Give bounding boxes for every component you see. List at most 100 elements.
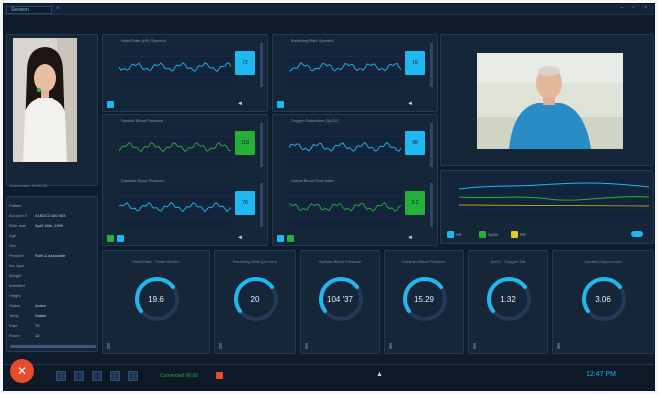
- vital-value-box: 72: [235, 51, 255, 75]
- patient-info-value: 72: [35, 323, 40, 328]
- patient-info-label: Patient: [9, 203, 22, 208]
- vital-chart-panel: Breathing Rate Spectral 16 ◄: [272, 34, 438, 112]
- gauge-handle[interactable]: [219, 343, 222, 349]
- patient-info-value: April 18th, 1999: [35, 223, 64, 228]
- vital-value-box: 3.2: [405, 191, 425, 215]
- gauge-title: Diastolic Blood Pressure: [402, 259, 446, 264]
- vital-sparkline: [119, 46, 231, 88]
- vital-chart-title: Systolic Blood Pressure: [121, 118, 164, 123]
- vital-value-box: 118: [235, 131, 255, 155]
- end-call-button[interactable]: ✕: [10, 359, 34, 383]
- gauge-value: 3.06: [595, 295, 611, 304]
- chart-scrollbar[interactable]: [430, 123, 433, 167]
- patient-info-label: Room: [9, 333, 20, 338]
- series-toggle[interactable]: [107, 101, 114, 108]
- patient-video-panel: Connected: 00:00:00: [6, 34, 98, 188]
- gauge-panel: Breathing Rate (per min) 20: [214, 250, 296, 354]
- legend-rr-label: RR: [520, 232, 526, 237]
- gauge-value: 1.32: [500, 295, 516, 304]
- vital-value-box: 16: [405, 51, 425, 75]
- taskbar: ✕ Connected 00:00 ▲ 12:47 PM: [4, 359, 654, 390]
- trend-toggle[interactable]: [631, 231, 643, 237]
- vital-chart-title: Heart Rate (HR) Spectral: [121, 38, 166, 43]
- patient-video-feed: [13, 38, 77, 162]
- series-toggle[interactable]: [277, 101, 284, 108]
- patient-info-panel: Patient Account # A1B2C3 450 003 Birth date…: [6, 196, 98, 352]
- vital-sparkline: [289, 126, 401, 168]
- cursor-icon: ▲: [376, 371, 383, 378]
- app-window: Session × – ▫ × Connected: 00:00:00 Pati…: [3, 3, 655, 391]
- gauge-value: 104 '37: [327, 295, 353, 304]
- patient-info-label: Provider: [9, 253, 24, 258]
- gauge-handle[interactable]: [305, 343, 308, 349]
- gauge-title: Systolic Blood Pressure: [318, 259, 362, 264]
- patient-info-value: A1B2C3 450 003: [35, 213, 66, 218]
- close-window-icon[interactable]: ×: [644, 5, 648, 11]
- patient-info-label: Account #: [9, 213, 27, 218]
- tab-session[interactable]: Session: [6, 6, 52, 14]
- title-bar: Session × – ▫ ×: [4, 4, 654, 15]
- vital-chart-panel: Oxygen Saturation (SpO2) 98 Global Blood F…: [272, 114, 438, 246]
- vital-chart-title: Global Blood Flow Index: [291, 178, 335, 183]
- patient-info-label: Age: [9, 233, 17, 238]
- speaker-icon[interactable]: ◄: [237, 101, 243, 107]
- speaker-icon[interactable]: ◄: [237, 235, 243, 241]
- toolbar-icon-2[interactable]: [74, 371, 84, 381]
- chart-scrollbar[interactable]: [260, 183, 263, 227]
- vital-chart-panel: Heart Rate (HR) Spectral 72 ◄: [102, 34, 268, 112]
- chart-scrollbar[interactable]: [260, 43, 263, 87]
- patient-info-label: Sex: [9, 243, 16, 248]
- tab-close-icon[interactable]: ×: [56, 6, 60, 12]
- series-toggle[interactable]: [107, 235, 114, 242]
- speaker-icon[interactable]: ◄: [407, 235, 413, 241]
- toolbar-icon-5[interactable]: [128, 371, 138, 381]
- patient-info-label: Temp: [9, 313, 19, 318]
- series-toggle[interactable]: [277, 235, 284, 242]
- patient-info-value: 12: [35, 333, 40, 338]
- gauge-handle[interactable]: [389, 343, 392, 349]
- gauge-handle[interactable]: [473, 343, 476, 349]
- vital-sparkline: [289, 186, 401, 228]
- legend-hr-swatch: [447, 231, 454, 238]
- vital-sparkline: [119, 126, 231, 168]
- doctor-video-panel: [440, 34, 654, 166]
- speaker-icon[interactable]: ◄: [407, 101, 413, 107]
- gauge-handle[interactable]: [107, 343, 110, 349]
- vital-chart-panel: Systolic Blood Pressure 118 Diastolic Bloo…: [102, 114, 268, 246]
- vital-value-box: 98: [405, 131, 425, 155]
- patient-info-value: Active: [35, 303, 46, 308]
- video-caption: Connected: 00:00:00: [10, 183, 48, 188]
- series-toggle[interactable]: [287, 235, 294, 242]
- clock: 12:47 PM: [586, 371, 616, 378]
- series-toggle[interactable]: [117, 235, 124, 242]
- patient-info-label: Birth date: [9, 223, 27, 228]
- vital-sparkline: [289, 46, 401, 88]
- legend-hr-label: HR: [456, 232, 462, 237]
- toolbar-icon-3[interactable]: [92, 371, 102, 381]
- patient-info-label: Status: [9, 303, 21, 308]
- gauge-title: SpO2 · Oxygen Sat: [490, 259, 526, 264]
- connection-status: Connected 00:00: [160, 373, 199, 379]
- toolbar-icon-1[interactable]: [56, 371, 66, 381]
- trend-chart-panel: HR SpO2 RR: [440, 170, 654, 244]
- chart-scrollbar[interactable]: [260, 123, 263, 167]
- gauge-panel: Heart Rate · Pulse Monitor 19.6: [102, 250, 210, 354]
- chart-scrollbar[interactable]: [430, 43, 433, 87]
- gauge-value: 20: [250, 295, 260, 304]
- gauge-value: 19.6: [148, 295, 164, 304]
- minimize-icon[interactable]: –: [620, 5, 623, 11]
- info-scrollbar[interactable]: [10, 345, 96, 348]
- gauge-title: Cardiac Output Index: [584, 259, 622, 264]
- gauge-handle[interactable]: [557, 343, 560, 349]
- chart-scrollbar[interactable]: [430, 183, 433, 227]
- gauge-value: 15.29: [413, 295, 435, 304]
- trend-chart: [449, 175, 649, 219]
- vital-chart-title: Oxygen Saturation (SpO2): [291, 118, 339, 123]
- toolbar-icon-4[interactable]: [110, 371, 120, 381]
- maximize-icon[interactable]: ▫: [632, 5, 634, 11]
- patient-info-value: Stable: [35, 313, 47, 318]
- gauge-panel: SpO2 · Oxygen Sat 1.32: [468, 250, 548, 354]
- gauge-panel: Diastolic Blood Pressure 15.29: [384, 250, 464, 354]
- record-indicator[interactable]: [216, 372, 223, 379]
- vital-chart-title: Breathing Rate Spectral: [291, 38, 334, 43]
